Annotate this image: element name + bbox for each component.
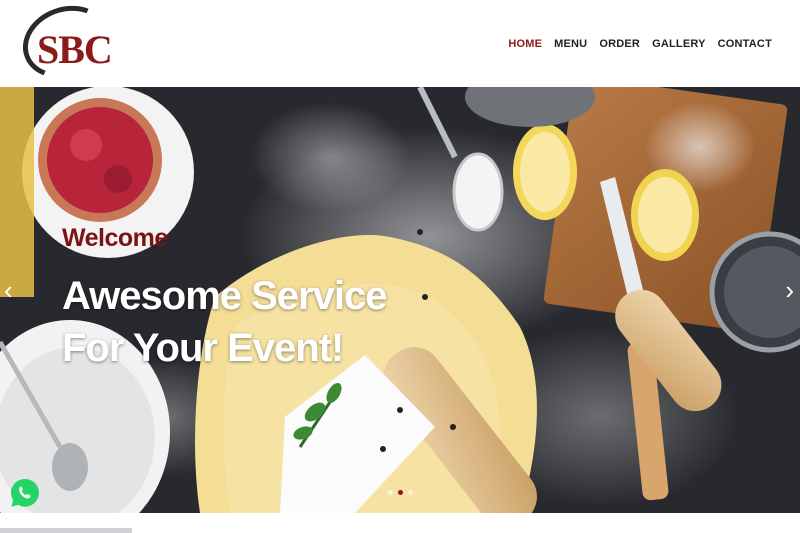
chevron-left-icon: ‹ <box>4 275 13 305</box>
hero-slider: Welcome Awesome Service For Your Event! … <box>0 87 800 513</box>
whatsapp-icon <box>11 479 39 507</box>
hero-headline-line1: Awesome Service <box>62 274 387 318</box>
hero-headline: Awesome Service For Your Event! <box>62 270 387 374</box>
main-nav: HOME MENU ORDER GALLERY CONTACT <box>508 38 772 50</box>
nav-item-contact[interactable]: CONTACT <box>718 38 772 50</box>
slider-prev-button[interactable]: ‹ <box>4 277 13 303</box>
nav-item-gallery[interactable]: GALLERY <box>652 38 706 50</box>
whatsapp-button[interactable] <box>10 478 40 518</box>
slide-indicator-active[interactable] <box>398 490 403 495</box>
scroll-indicator <box>0 528 132 533</box>
nav-item-menu[interactable]: MENU <box>554 38 587 50</box>
hero-welcome: Welcome <box>62 224 168 252</box>
hero-headline-line2: For Your Event! <box>62 326 344 370</box>
slide-indicator[interactable] <box>388 490 393 495</box>
slider-next-button[interactable]: › <box>785 277 794 303</box>
logo-text: SBC <box>37 27 113 72</box>
slide-indicator[interactable] <box>408 490 413 495</box>
nav-item-order[interactable]: ORDER <box>599 38 640 50</box>
site-header: SBC HOME MENU ORDER GALLERY CONTACT <box>0 0 800 90</box>
slider-indicators <box>388 490 413 495</box>
chevron-right-icon: › <box>785 275 794 305</box>
logo[interactable]: SBC <box>12 0 120 90</box>
nav-item-home[interactable]: HOME <box>508 38 542 50</box>
